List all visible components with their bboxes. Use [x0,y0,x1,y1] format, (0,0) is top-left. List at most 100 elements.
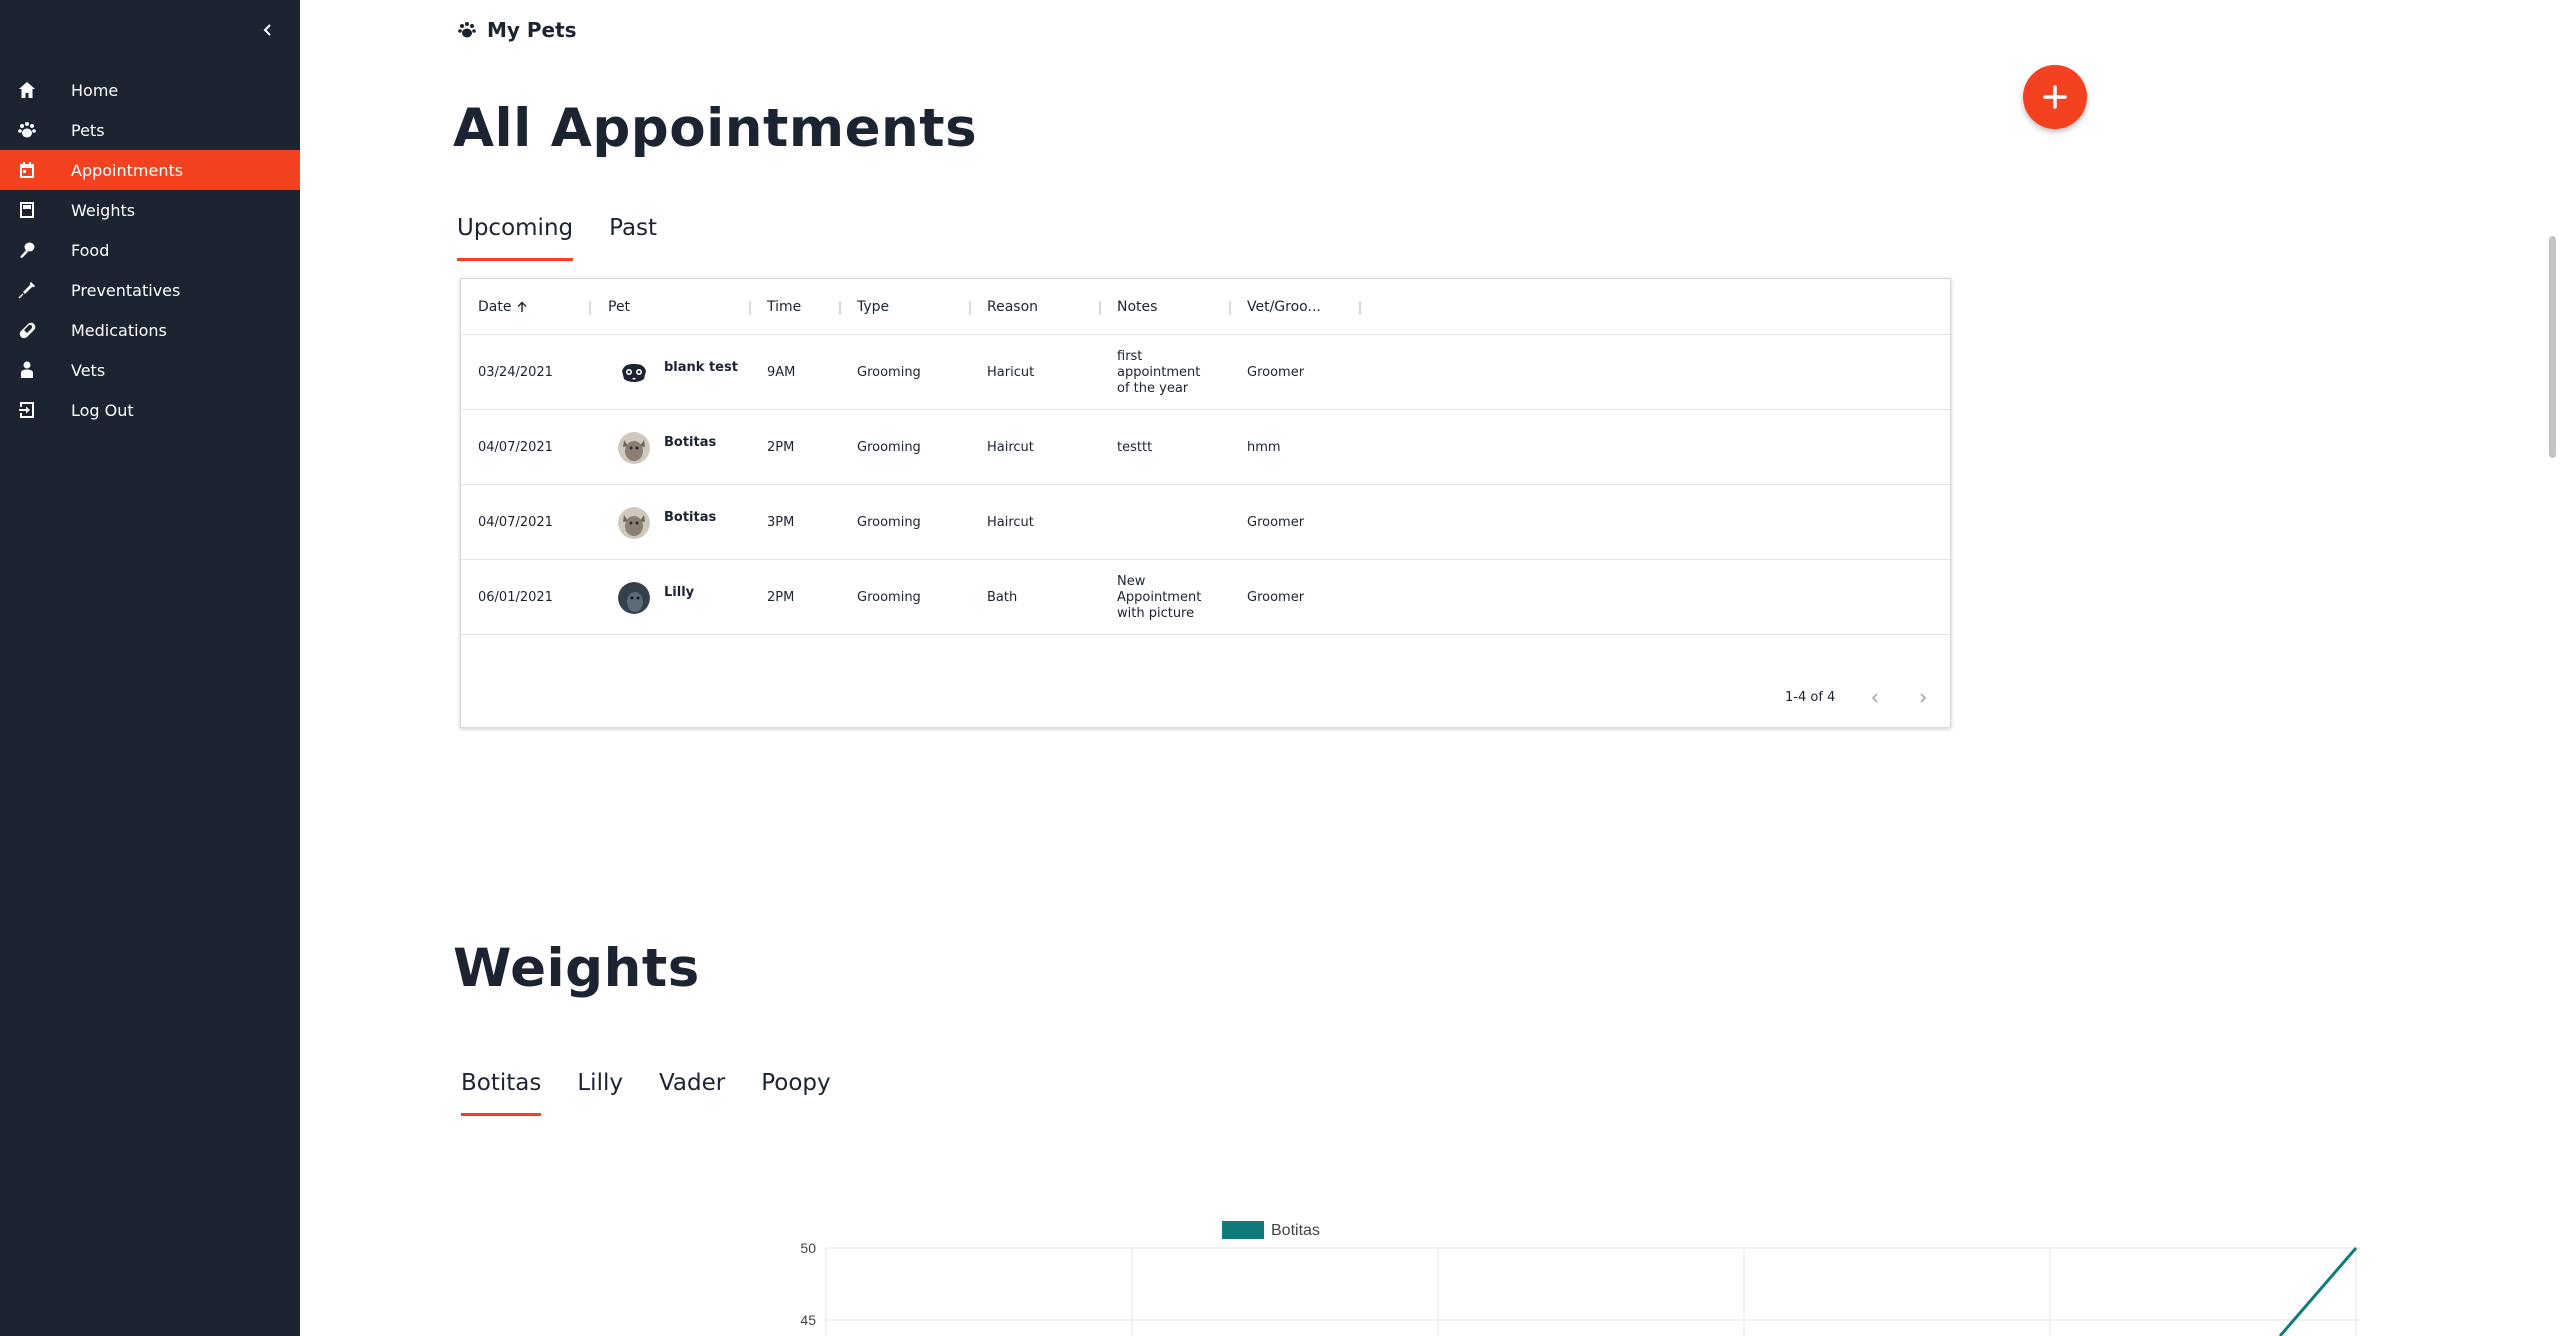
column-header-vet[interactable]: Vet/Groo... [1247,279,1321,335]
cell-pet: Botitas [618,410,716,485]
previous-page-button[interactable] [1864,687,1886,709]
tab-botitas[interactable]: Botitas [461,1070,542,1116]
cell-notes: first appointment of the year [1117,348,1201,396]
appointments-table: Date Pet Time Type Reason Notes Vet/Groo… [460,278,1951,728]
column-separator[interactable] [1099,301,1101,315]
pet-avatar [618,431,650,464]
cell-reason: Haircut [987,440,1034,455]
column-separator[interactable] [839,301,841,315]
pet-name: Lilly [664,585,695,600]
pet-avatar [618,506,650,539]
next-page-button[interactable] [1912,687,1934,709]
brand-title: My Pets [487,18,577,42]
weights-tabs: Botitas Lilly Vader Poopy [461,1070,867,1116]
cell-type: Grooming [857,365,921,380]
cell-date: 06/01/2021 [478,590,553,605]
chevron-right-icon [1920,693,1927,703]
sidebar-item-pets[interactable]: Pets [0,110,300,150]
table-row[interactable]: 04/07/2021 Botitas 2PM Grooming Haircut … [461,410,1950,485]
sidebar-item-preventatives[interactable]: Preventatives [0,270,300,310]
legend-swatch [1222,1221,1264,1239]
scale-icon [16,199,38,221]
sidebar: Home Pets Appointments Weights Food Prev… [0,0,300,1336]
sidebar-item-logout[interactable]: Log Out [0,390,300,430]
appointments-title: All Appointments [453,98,978,159]
sidebar-item-home[interactable]: Home [0,70,300,110]
sidebar-item-weights[interactable]: Weights [0,190,300,230]
column-separator[interactable] [1229,301,1231,315]
weights-chart: Botitas 50 45 [800,1221,2360,1336]
paw-icon [16,119,38,141]
scrollbar[interactable] [2545,0,2560,1336]
table-footer: 1-4 of 4 [461,671,1950,727]
cell-pet: blank test [618,335,738,410]
cell-time: 2PM [767,590,795,605]
scrollbar-thumb[interactable] [2549,236,2556,458]
table-row[interactable]: 03/24/2021 blank test 9AM Grooming Haric… [461,335,1950,410]
sidebar-item-label: Pets [71,120,105,140]
cell-pet: Lilly [618,560,694,635]
column-separator[interactable] [969,301,971,315]
column-separator[interactable] [749,301,751,315]
pet-name: Botitas [664,510,717,525]
plus-icon [2043,85,2067,109]
cell-type: Grooming [857,440,921,455]
cell-notes [1117,485,1217,560]
chart-legend[interactable]: Botitas [1222,1221,1320,1239]
pet-name: Botitas [664,435,717,450]
cell-pet: Botitas [618,485,716,560]
cell-date: 03/24/2021 [478,365,553,380]
sidebar-item-label: Medications [71,320,167,340]
logout-icon [16,399,38,421]
column-header-pet[interactable]: Pet [608,279,630,335]
cell-reason: Haircut [987,515,1034,530]
tab-lilly[interactable]: Lilly [577,1070,623,1116]
cell-vet: Groomer [1247,365,1305,380]
pet-avatar [618,581,650,614]
cell-date: 04/07/2021 [478,440,553,455]
add-appointment-button[interactable] [2023,65,2087,129]
table-row[interactable]: 04/07/2021 Botitas 3PM Grooming Haircut … [461,485,1950,560]
main-content: My Pets All Appointments Upcoming Past D… [300,0,2545,1336]
collapse-sidebar-button[interactable] [256,18,280,42]
column-separator[interactable] [589,301,591,315]
cell-type: Grooming [857,590,921,605]
table-header: Date Pet Time Type Reason Notes Vet/Groo… [461,279,1950,335]
y-tick-label: 45 [800,1312,816,1328]
cell-reason: Bath [987,590,1018,605]
tab-poopy[interactable]: Poopy [761,1070,830,1116]
cell-notes: New Appointment with picture [1117,573,1202,621]
column-separator[interactable] [1359,301,1361,315]
sidebar-item-label: Weights [71,200,136,220]
sidebar-item-label: Food [71,240,110,260]
tab-past[interactable]: Past [609,215,657,261]
pet-avatar [618,356,650,389]
sidebar-item-label: Appointments [71,160,184,180]
table-row[interactable]: 06/01/2021 Lilly 2PM Grooming Bath New A… [461,560,1950,635]
cell-type: Grooming [857,515,921,530]
tab-vader[interactable]: Vader [659,1070,725,1116]
column-header-time[interactable]: Time [767,279,801,335]
column-header-reason[interactable]: Reason [987,279,1038,335]
sidebar-item-medications[interactable]: Medications [0,310,300,350]
brand[interactable]: My Pets [457,18,577,42]
sidebar-item-vets[interactable]: Vets [0,350,300,390]
tab-upcoming[interactable]: Upcoming [457,215,574,261]
weights-title: Weights [453,938,700,999]
cell-vet: Groomer [1247,590,1305,605]
sidebar-nav: Home Pets Appointments Weights Food Prev… [0,70,300,430]
sidebar-item-label: Preventatives [71,280,181,300]
column-header-type[interactable]: Type [857,279,889,335]
cell-time: 3PM [767,515,795,530]
sidebar-item-appointments[interactable]: Appointments [0,150,300,190]
cell-reason: Haricut [987,365,1035,380]
column-header-date[interactable]: Date [478,279,529,335]
cell-date: 04/07/2021 [478,515,553,530]
chevron-left-icon [1871,693,1878,703]
cell-notes: testtt [1117,439,1153,455]
cell-time: 9AM [767,365,796,380]
column-header-notes[interactable]: Notes [1117,279,1157,335]
chart-grid [825,1247,2360,1336]
sidebar-item-label: Log Out [71,400,134,420]
sidebar-item-food[interactable]: Food [0,230,300,270]
